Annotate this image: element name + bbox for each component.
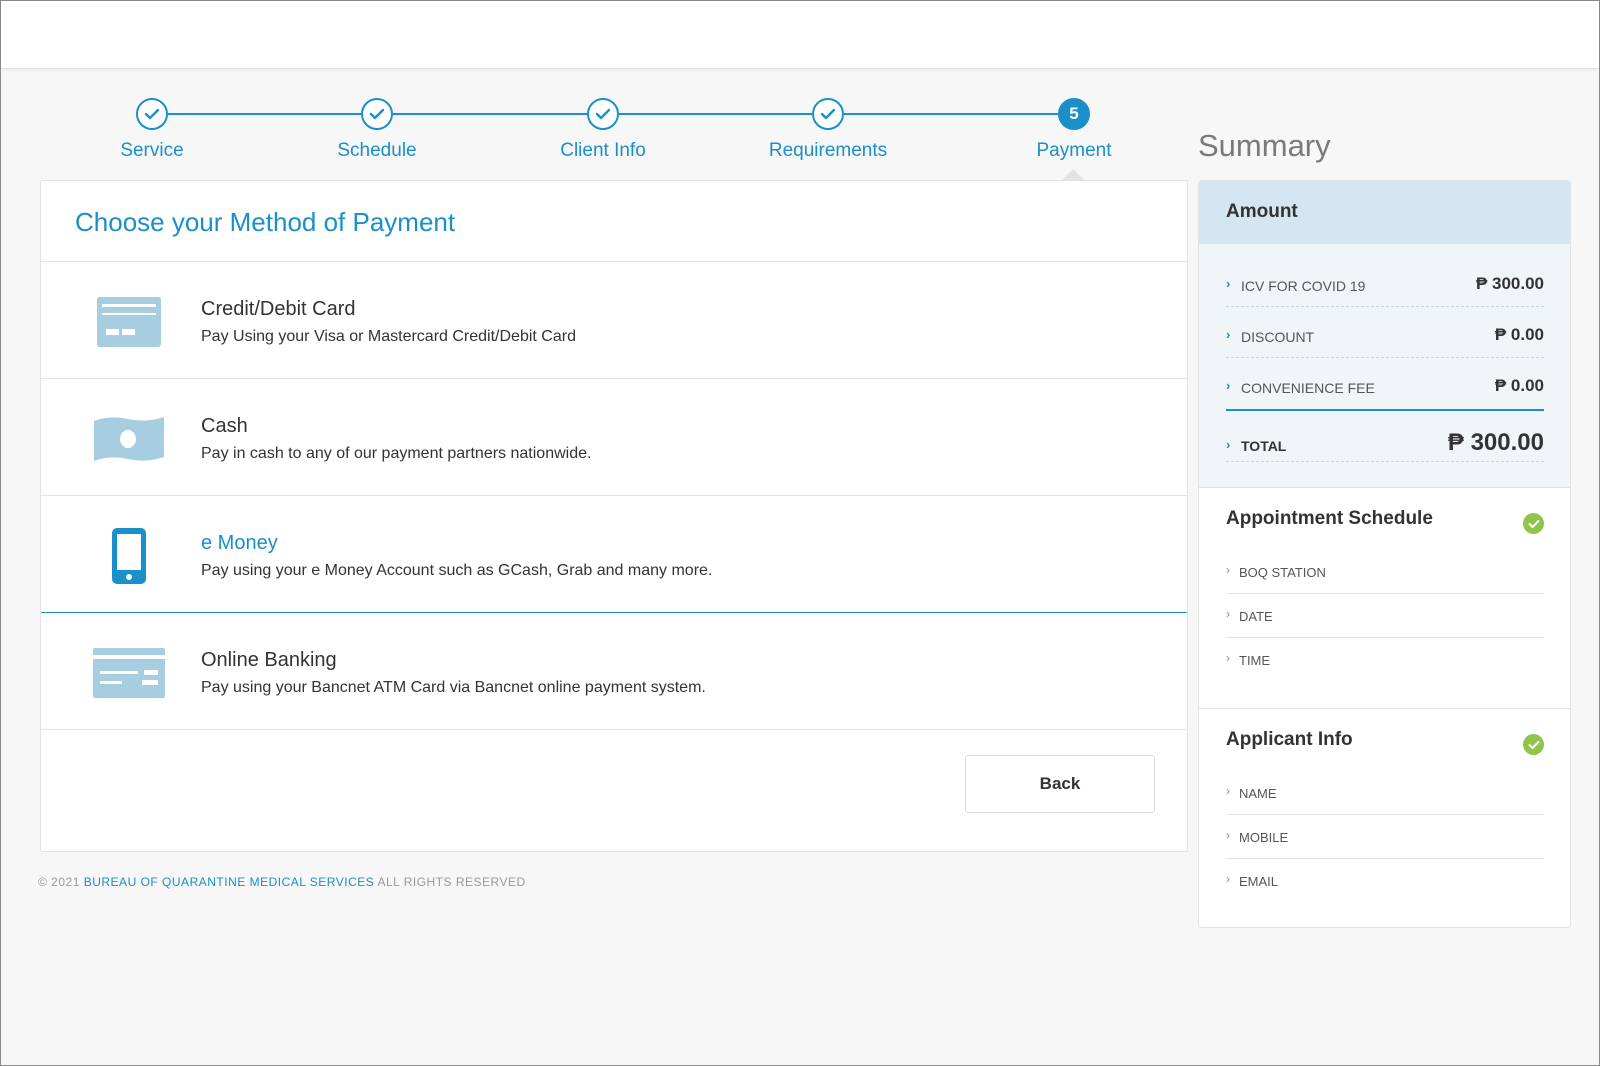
amount-total-row: › TOTAL ₱ 300.00 (1226, 409, 1544, 462)
amount-label: CONVENIENCE FEE (1241, 380, 1375, 396)
list-item: › EMAIL (1226, 859, 1544, 903)
method-description: Pay using your Bancnet ATM Card via Banc… (201, 679, 706, 696)
footer-copyright: © 2021 (38, 875, 80, 889)
step-label: Client Info (560, 140, 646, 161)
list-item: › TIME (1226, 638, 1544, 682)
method-name: e Money (201, 532, 278, 554)
method-name: Online Banking (201, 649, 337, 671)
step-schedule[interactable]: Schedule (297, 94, 457, 162)
list-item-label: MOBILE (1239, 830, 1289, 845)
list-item: › MOBILE (1226, 815, 1544, 859)
amount-header: Amount (1199, 181, 1570, 244)
section-title: Applicant Info (1226, 729, 1353, 750)
amount-value: ₱ 0.00 (1494, 376, 1544, 395)
back-button[interactable]: Back (965, 755, 1155, 813)
amount-label: DISCOUNT (1241, 329, 1315, 345)
chevron-right-icon: › (1226, 437, 1231, 452)
section-title: Appointment Schedule (1226, 508, 1433, 529)
list-item-label: DATE (1239, 609, 1273, 624)
step-label: Requirements (768, 140, 888, 161)
step-client-info[interactable]: Client Info (523, 94, 683, 162)
amount-body: › ICV FOR COVID 19 ₱ 300.00 › DISCOUNT ₱… (1199, 244, 1570, 488)
amount-row: › DISCOUNT ₱ 0.00 (1226, 307, 1544, 358)
method-description: Pay Using your Visa or Mastercard Credit… (201, 328, 576, 345)
method-cash[interactable]: Cash Pay in cash to any of our payment p… (41, 379, 1187, 496)
check-circle-icon (1523, 734, 1544, 755)
payment-method-card: Choose your Method of Payment Credit/Deb… (40, 180, 1188, 852)
list-item: › NAME (1226, 771, 1544, 815)
summary-heading: Summary (1198, 128, 1331, 163)
step-label: Service (120, 140, 184, 161)
footer: © 2021 BUREAU OF QUARANTINE MEDICAL SERV… (38, 875, 526, 889)
chevron-right-icon: › (1226, 784, 1230, 798)
chevron-right-icon: › (1226, 276, 1231, 291)
chevron-right-icon: › (1226, 828, 1230, 842)
chevron-right-icon: › (1226, 327, 1231, 342)
check-icon (136, 98, 168, 130)
check-icon (587, 98, 619, 130)
smartphone-icon (91, 526, 167, 586)
applicant-list: › NAME › MOBILE › EMAIL (1226, 771, 1544, 903)
cash-icon (91, 409, 167, 469)
amount-row: › CONVENIENCE FEE ₱ 0.00 (1226, 358, 1544, 409)
schedule-list: › BOQ STATION › DATE › TIME (1226, 550, 1544, 682)
step-number-badge: 5 (1058, 98, 1090, 130)
footer-rights: ALL RIGHTS RESERVED (377, 875, 526, 889)
amount-label: ICV FOR COVID 19 (1241, 278, 1366, 294)
chevron-right-icon: › (1226, 651, 1230, 665)
list-item: › DATE (1226, 594, 1544, 638)
applicant-info-section: Applicant Info › NAME › MOBILE › EMAIL (1199, 709, 1570, 927)
check-circle-icon (1523, 513, 1544, 534)
page-title: Choose your Method of Payment (41, 181, 1187, 262)
top-bar (1, 1, 1599, 69)
method-description: Pay in cash to any of our payment partne… (201, 445, 592, 462)
total-label: TOTAL (1241, 438, 1287, 454)
summary-panel: Amount › ICV FOR COVID 19 ₱ 300.00 › DIS… (1198, 180, 1571, 928)
amount-value: ₱ 0.00 (1494, 325, 1544, 344)
chevron-right-icon: › (1226, 563, 1230, 577)
progress-stepper: Service Schedule Client Info Requirement… (40, 94, 1187, 164)
method-online-banking[interactable]: Online Banking Pay using your Bancnet AT… (41, 613, 1187, 730)
method-e-money[interactable]: e Money Pay using your e Money Account s… (41, 496, 1187, 613)
check-icon (361, 98, 393, 130)
step-label: Schedule (337, 140, 417, 161)
method-name: Credit/Debit Card (201, 298, 356, 320)
list-item-label: BOQ STATION (1239, 565, 1326, 580)
step-label: Payment (1036, 140, 1112, 161)
amount-row: › ICV FOR COVID 19 ₱ 300.00 (1226, 256, 1544, 307)
method-name: Cash (201, 415, 248, 437)
list-item-label: TIME (1239, 653, 1271, 668)
step-payment[interactable]: 5 Payment (994, 94, 1154, 162)
credit-card-icon (91, 292, 167, 352)
amount-value: ₱ 300.00 (1475, 274, 1544, 293)
step-service[interactable]: Service (72, 94, 232, 162)
total-value: ₱ 300.00 (1447, 429, 1544, 456)
method-description: Pay using your e Money Account such as G… (201, 562, 713, 579)
check-icon (812, 98, 844, 130)
bank-card-icon (91, 643, 167, 703)
chevron-right-icon: › (1226, 378, 1231, 393)
chevron-right-icon: › (1226, 607, 1230, 621)
list-item-label: EMAIL (1239, 874, 1279, 889)
footer-org-link[interactable]: BUREAU OF QUARANTINE MEDICAL SERVICES (84, 875, 375, 889)
method-credit-card[interactable]: Credit/Debit Card Pay Using your Visa or… (41, 262, 1187, 379)
list-item-label: NAME (1239, 786, 1277, 801)
list-item: › BOQ STATION (1226, 550, 1544, 594)
step-requirements[interactable]: Requirements (748, 94, 908, 162)
chevron-right-icon: › (1226, 872, 1230, 886)
appointment-schedule-section: Appointment Schedule › BOQ STATION › DAT… (1199, 488, 1570, 709)
